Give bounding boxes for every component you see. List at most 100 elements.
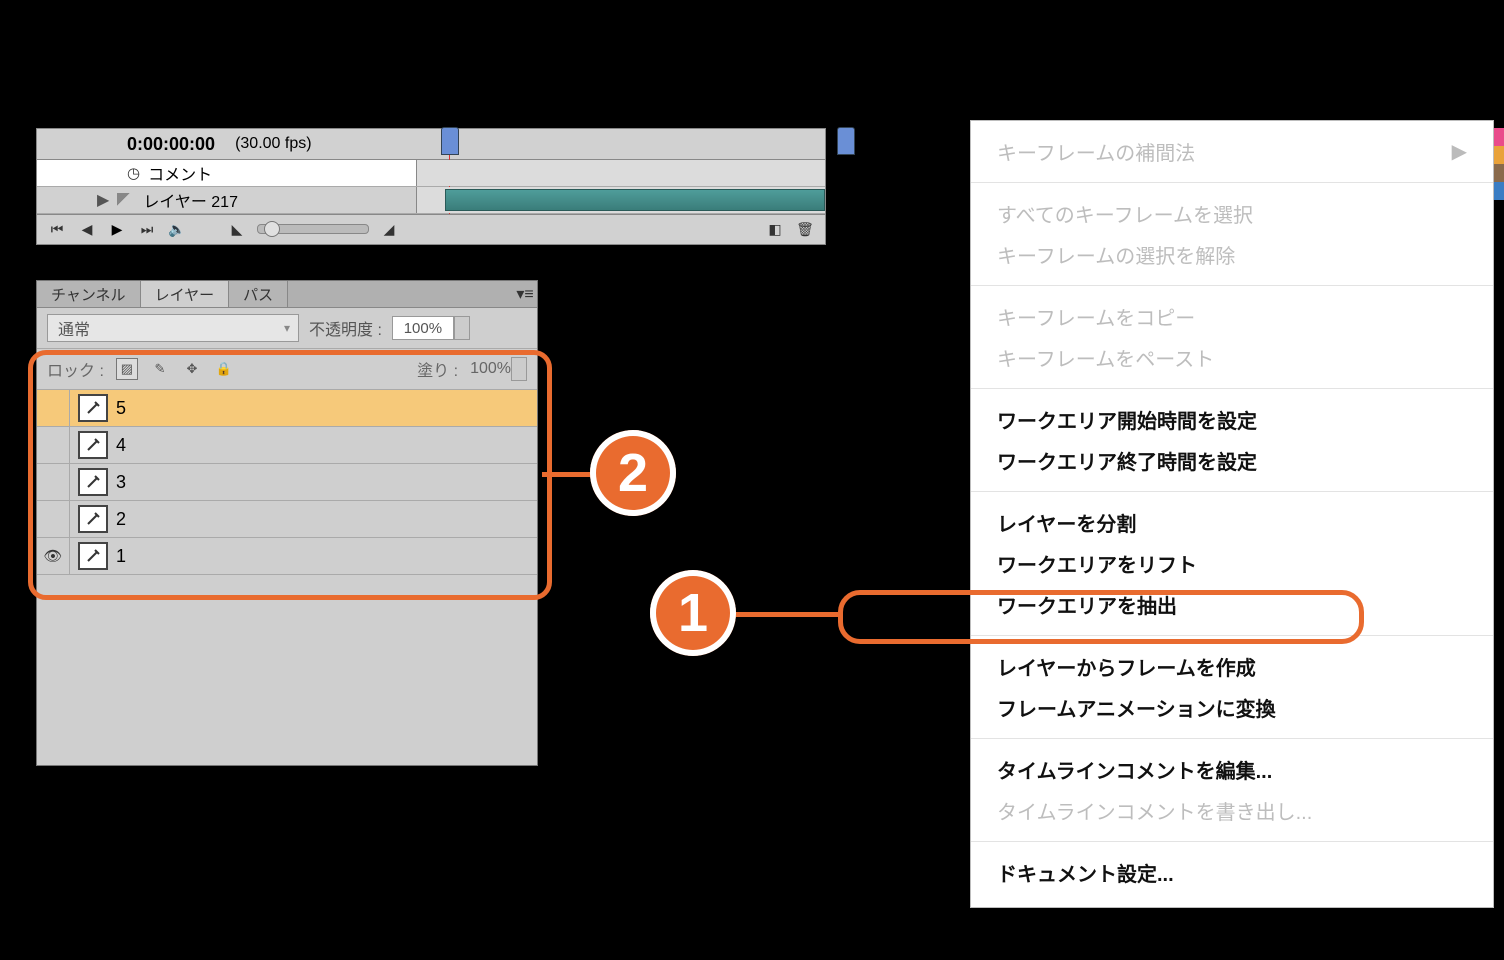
timeline-comment-row[interactable]: コメント: [37, 160, 825, 187]
brush-icon: [117, 193, 135, 207]
color-strip: [1494, 128, 1504, 200]
tab-channel[interactable]: チャンネル: [37, 281, 141, 307]
layer-name[interactable]: 3: [116, 472, 126, 493]
disclosure-icon[interactable]: ▶: [97, 190, 109, 210]
menu-item: キーフレームをペースト: [971, 337, 1493, 378]
annotation-connector-1: [736, 612, 840, 617]
prev-frame-button[interactable]: ◀: [77, 220, 97, 238]
menu-separator: [971, 182, 1493, 183]
panel-menu-button[interactable]: ▾≡: [513, 281, 537, 307]
layers-panel: チャンネル レイヤー パス ▾≡ 通常 不透明度 : 100% ロック : ▨ …: [36, 280, 538, 766]
color-swatch: [1494, 182, 1504, 200]
zoom-out-button[interactable]: ◣: [227, 220, 247, 238]
menu-separator: [971, 388, 1493, 389]
annotation-badge-1: 1: [650, 570, 736, 656]
layer-row[interactable]: 5: [37, 390, 537, 427]
layer-name[interactable]: 4: [116, 435, 126, 456]
menu-item[interactable]: ワークエリア終了時間を設定: [971, 440, 1493, 481]
menu-item[interactable]: レイヤーを分割: [971, 502, 1493, 543]
fill-label: 塗り :: [417, 357, 458, 381]
menu-item: キーフレームをコピー: [971, 296, 1493, 337]
opacity-label: 不透明度 :: [309, 316, 382, 340]
layer-row-label: レイヤー 217: [143, 188, 238, 212]
color-swatch: [1494, 128, 1504, 146]
layer-row[interactable]: 2: [37, 501, 537, 538]
layer-options-row: 通常 不透明度 : 100%: [37, 308, 537, 349]
layer-thumbnail: [78, 542, 108, 570]
menu-item: キーフレームの補間法▶: [971, 131, 1493, 172]
color-swatch: [1494, 146, 1504, 164]
tab-path[interactable]: パス: [229, 281, 288, 307]
menu-separator: [971, 738, 1493, 739]
trash-button[interactable]: 🗑: [795, 220, 815, 238]
audio-button[interactable]: 🔈: [167, 220, 187, 238]
menu-separator: [971, 635, 1493, 636]
blend-mode-dropdown[interactable]: 通常: [47, 314, 299, 342]
layer-name[interactable]: 2: [116, 509, 126, 530]
context-menu: キーフレームの補間法▶ すべてのキーフレームを選択キーフレームの選択を解除キーフレ…: [970, 120, 1494, 908]
go-to-start-button[interactable]: ⏮: [47, 220, 67, 238]
menu-item[interactable]: ワークエリア開始時間を設定: [971, 399, 1493, 440]
layer-row[interactable]: 4: [37, 427, 537, 464]
layer-thumbnail: [78, 505, 108, 533]
fps-display: (30.00 fps): [235, 135, 311, 153]
comment-track[interactable]: [417, 160, 825, 186]
menu-item[interactable]: ワークエリアをリフト: [971, 543, 1493, 584]
menu-item[interactable]: ドキュメント設定...: [971, 852, 1493, 893]
play-button[interactable]: ▶: [107, 220, 127, 238]
visibility-toggle[interactable]: [37, 501, 70, 537]
menu-item[interactable]: タイムラインコメントを編集...: [971, 749, 1493, 790]
badge-2-text: 2: [618, 442, 648, 504]
visibility-toggle[interactable]: 👁: [37, 538, 70, 574]
layer-thumbnail: [78, 394, 108, 422]
opacity-input[interactable]: 100%: [392, 316, 454, 340]
menu-item: キーフレームの選択を解除: [971, 234, 1493, 275]
visibility-toggle[interactable]: [37, 390, 70, 426]
visibility-toggle[interactable]: [37, 464, 70, 500]
annotation-connector-2: [542, 472, 594, 477]
menu-item[interactable]: フレームアニメーションに変換: [971, 687, 1493, 728]
time-ruler[interactable]: [417, 129, 825, 160]
menu-separator: [971, 491, 1493, 492]
layer-thumbnail: [78, 431, 108, 459]
timeline-panel: 0:00:00:00 (30.00 fps) コメント ▶ レイヤー 217 ⏮…: [36, 128, 826, 245]
layer-row[interactable]: 👁 1: [37, 538, 537, 575]
workarea-start-handle[interactable]: [441, 127, 459, 155]
layer-clip[interactable]: [445, 189, 825, 211]
lock-label: ロック :: [47, 357, 104, 381]
opacity-stepper[interactable]: [454, 316, 470, 340]
fill-input[interactable]: 100%: [470, 360, 511, 378]
color-swatch: [1494, 164, 1504, 182]
panel-tabs: チャンネル レイヤー パス ▾≡: [37, 281, 537, 308]
menu-item[interactable]: ワークエリアを抽出: [971, 584, 1493, 625]
tab-layer[interactable]: レイヤー: [141, 281, 230, 307]
menu-separator: [971, 841, 1493, 842]
workarea-end-handle[interactable]: [837, 127, 855, 155]
layer-thumbnail: [78, 468, 108, 496]
menu-separator: [971, 285, 1493, 286]
lock-position-icon[interactable]: ✥: [182, 359, 202, 379]
menu-item[interactable]: レイヤーからフレームを作成: [971, 646, 1493, 687]
menu-item: すべてのキーフレームを選択: [971, 193, 1493, 234]
annotation-badge-2: 2: [590, 430, 676, 516]
lock-transparent-icon[interactable]: ▨: [116, 358, 138, 380]
convert-button[interactable]: ◧: [765, 220, 785, 238]
lock-all-icon[interactable]: 🔒: [214, 359, 234, 379]
layer-name[interactable]: 5: [116, 398, 126, 419]
zoom-in-button[interactable]: ◢: [379, 220, 399, 238]
layer-name[interactable]: 1: [116, 546, 126, 567]
layer-list: 5 4 3 2 👁 1: [37, 390, 537, 575]
visibility-toggle[interactable]: [37, 427, 70, 463]
chevron-right-icon: ▶: [1452, 139, 1467, 164]
stopwatch-icon: [127, 164, 140, 183]
next-frame-button[interactable]: ⏭: [137, 220, 157, 238]
layer-row[interactable]: 3: [37, 464, 537, 501]
layer-track[interactable]: [417, 187, 825, 213]
layer-lock-row: ロック : ▨ ✎ ✥ 🔒 塗り : 100%: [37, 349, 537, 390]
lock-image-icon[interactable]: ✎: [150, 359, 170, 379]
timeline-layer-row[interactable]: ▶ レイヤー 217: [37, 187, 825, 214]
timecode-display[interactable]: 0:00:00:00: [127, 134, 215, 155]
zoom-slider[interactable]: [257, 224, 369, 234]
fill-stepper[interactable]: [511, 357, 527, 381]
badge-1-text: 1: [678, 582, 708, 644]
